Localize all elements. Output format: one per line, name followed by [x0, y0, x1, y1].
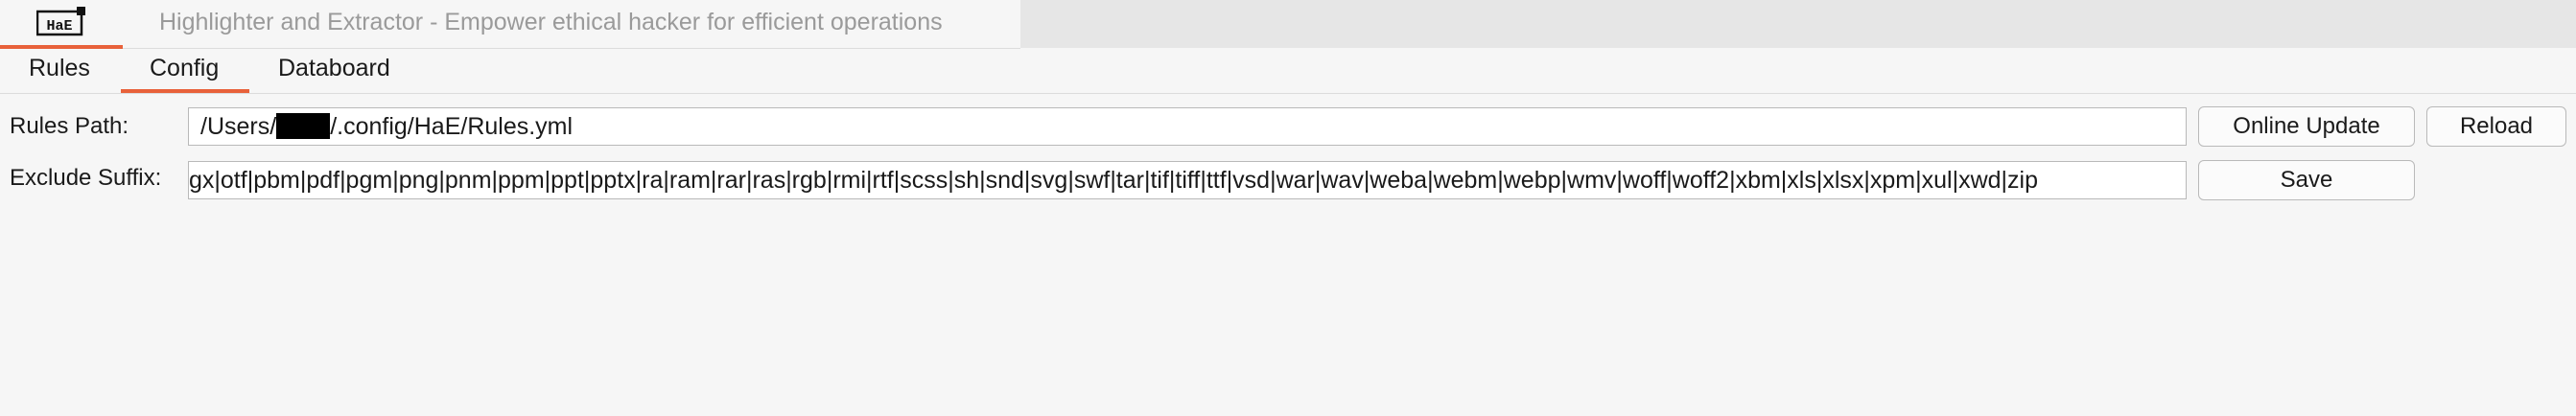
- tab-databoard[interactable]: Databoard: [278, 55, 390, 82]
- redaction-block: [276, 113, 331, 139]
- exclude-suffix-value: gx|otf|pbm|pdf|pgm|png|pnm|ppm|ppt|pptx|…: [189, 167, 2038, 194]
- rules-path-suffix: /.config/HaE/Rules.yml: [330, 113, 574, 140]
- extension-tab[interactable]: HaE Highlighter and Extractor - Empower …: [0, 0, 1020, 49]
- app-title: Highlighter and Extractor - Empower ethi…: [159, 9, 943, 35]
- online-update-button[interactable]: Online Update: [2198, 106, 2415, 147]
- exclude-suffix-label: Exclude Suffix:: [10, 165, 162, 191]
- logo-text: HaE: [46, 18, 72, 35]
- hae-logo: HaE: [36, 7, 85, 36]
- tab-rules[interactable]: Rules: [29, 55, 90, 82]
- rules-path-input[interactable]: /Users/ /.config/HaE/Rules.yml: [188, 107, 2187, 146]
- rules-path-label: Rules Path:: [10, 113, 129, 139]
- save-button[interactable]: Save: [2198, 160, 2415, 200]
- reload-button[interactable]: Reload: [2426, 106, 2566, 147]
- exclude-suffix-input[interactable]: gx|otf|pbm|pdf|pgm|png|pnm|ppm|ppt|pptx|…: [188, 161, 2187, 199]
- header-bar: HaE Highlighter and Extractor - Empower …: [0, 0, 2576, 49]
- tab-config-underline: [121, 89, 249, 93]
- app-window: HaE Highlighter and Extractor - Empower …: [0, 0, 2576, 416]
- rules-path-prefix: /Users/: [200, 113, 277, 140]
- tab-config[interactable]: Config: [150, 55, 219, 82]
- tab-bar: Rules Config Databoard: [0, 49, 2576, 94]
